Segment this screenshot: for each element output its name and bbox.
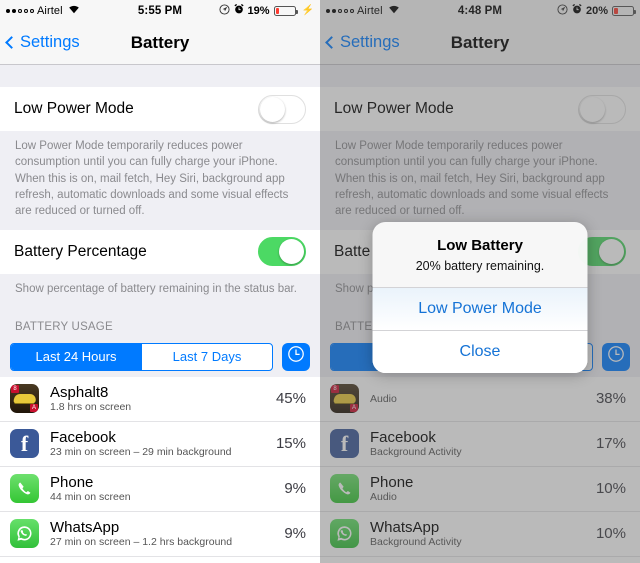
- clock-icon: [287, 345, 305, 368]
- screenshot-right-panel: Airtel 4:48 PM 20% Settings Battery Low …: [320, 0, 640, 563]
- low-battery-alert: Low Battery 20% battery remaining. Low P…: [372, 222, 588, 373]
- low-power-mode-label: Low Power Mode: [14, 100, 134, 117]
- phone-icon: [10, 474, 39, 504]
- table-row[interactable]: WhatsApp 27 min on screen – 1.2 hrs backg…: [0, 511, 320, 557]
- usage-range-row: Last 24 Hours Last 7 Days: [0, 339, 320, 377]
- table-row[interactable]: Home & Lock Screen37 min on screen 6%: [0, 556, 320, 563]
- alert-title: Low Battery: [437, 237, 523, 254]
- segment-last-24-hours[interactable]: Last 24 Hours: [11, 343, 141, 370]
- app-name: Asphalt8: [50, 384, 109, 402]
- charging-bolt-icon: ⚡: [301, 5, 314, 16]
- segment-last-7-days[interactable]: Last 7 Days: [141, 343, 272, 370]
- app-name: WhatsApp: [50, 519, 120, 537]
- table-row[interactable]: 8A Asphalt8 1.8 hrs on screen 45%: [0, 376, 320, 422]
- battery-percentage-toggle[interactable]: [258, 237, 306, 267]
- alert-low-power-mode-button[interactable]: Low Power Mode: [372, 287, 588, 330]
- alert-body: Low Battery 20% battery remaining.: [373, 222, 588, 287]
- app-usage-detail: 44 min on screen: [50, 491, 131, 504]
- location-arrow-icon: [218, 3, 230, 18]
- battery-usage-header: BATTERY USAGE: [15, 320, 113, 333]
- alarm-clock-icon: [233, 3, 244, 17]
- battery-percentage-label: Battery Percentage: [14, 242, 147, 260]
- whatsapp-icon: [10, 519, 39, 549]
- page-title: Battery: [130, 32, 190, 52]
- navigation-bar: Settings Battery: [0, 21, 320, 65]
- app-battery-percent: 9%: [284, 480, 306, 498]
- app-usage-detail: 23 min on screen – 29 min background: [50, 446, 232, 459]
- app-usage-detail: 1.8 hrs on screen: [50, 401, 132, 414]
- status-bar-right: 19% ⚡: [218, 3, 314, 18]
- battery-percentage-cell[interactable]: Battery Percentage: [0, 229, 320, 274]
- status-bar: Airtel 5:55 PM 19% ⚡: [0, 0, 320, 21]
- low-power-mode-footnote: Low Power Mode temporarily reduces power…: [15, 140, 289, 218]
- low-power-mode-cell[interactable]: Low Power Mode: [0, 87, 320, 131]
- table-row[interactable]: Phone 44 min on screen 9%: [0, 466, 320, 512]
- table-row[interactable]: f Facebook 23 min on screen – 29 min back…: [0, 421, 320, 467]
- alert-message: 20% battery remaining.: [415, 259, 545, 273]
- app-name: Phone: [50, 474, 94, 492]
- battery-percentage-footnote: Show percentage of battery remaining in …: [15, 282, 297, 295]
- battery-usage-list: 8A Asphalt8 1.8 hrs on screen 45% f Faceb…: [0, 376, 320, 563]
- battery-icon: [273, 5, 298, 16]
- show-time-button[interactable]: [282, 342, 310, 371]
- screenshot-left-panel: Airtel 5:55 PM 19% ⚡ Settings Battery Lo…: [0, 0, 320, 563]
- battery-percentage-text: 19%: [247, 4, 270, 17]
- app-battery-percent: 15%: [275, 435, 306, 453]
- low-power-mode-toggle[interactable]: [258, 94, 306, 124]
- facebook-icon: f: [10, 429, 39, 459]
- app-usage-detail: 27 min on screen – 1.2 hrs background: [50, 536, 233, 549]
- app-battery-percent: 9%: [284, 525, 306, 543]
- app-name: Facebook: [50, 429, 116, 447]
- app-battery-percent: 45%: [275, 390, 306, 408]
- alert-close-button[interactable]: Close: [372, 330, 588, 373]
- asphalt8-icon: 8A: [10, 384, 39, 414]
- usage-range-segmented-control[interactable]: Last 24 Hours Last 7 Days: [10, 342, 273, 371]
